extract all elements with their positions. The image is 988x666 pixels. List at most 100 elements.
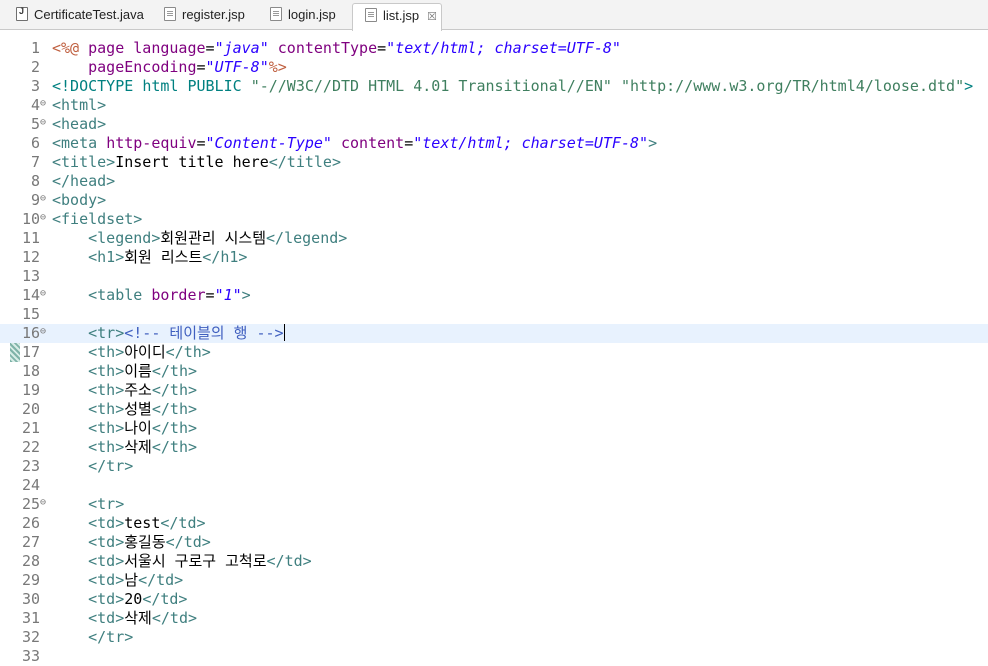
code-line[interactable]: 15 xyxy=(0,305,988,324)
code-token: PUBLIC xyxy=(187,77,251,95)
code-token: html xyxy=(142,77,188,95)
code-token: </td> xyxy=(138,571,184,589)
code-line[interactable]: 2 pageEncoding="UTF-8"%> xyxy=(0,58,988,77)
fold-toggle-icon[interactable]: ⊖ xyxy=(40,497,46,509)
line-number: 24 xyxy=(22,476,41,494)
code-token: 홍길동 xyxy=(124,533,166,551)
code-line[interactable]: 18 <th>이름</th> xyxy=(0,362,988,381)
tab-list-jsp[interactable]: list.jsp ☒ xyxy=(352,3,442,31)
code-text: <legend>회원관리 시스템</legend> xyxy=(52,229,347,248)
code-line[interactable]: 24 xyxy=(0,476,988,495)
code-editor[interactable]: 1 <%@ page language="java" contentType="t… xyxy=(0,30,988,665)
line-number: 4 xyxy=(30,96,40,114)
code-line[interactable]: 19 <th>주소</th> xyxy=(0,381,988,400)
fold-toggle-icon[interactable]: ⊖ xyxy=(40,212,46,224)
line-number: 5 xyxy=(30,115,40,133)
code-line[interactable]: 10 ⊖ <fieldset> xyxy=(0,210,988,229)
tab-register-jsp[interactable]: register.jsp xyxy=(152,3,256,30)
line-number: 25 xyxy=(22,495,41,513)
fold-toggle-icon[interactable]: ⊖ xyxy=(40,326,46,338)
line-number: 22 xyxy=(22,438,41,456)
code-line[interactable]: 11 <legend>회원관리 시스템</legend> xyxy=(0,229,988,248)
code-line[interactable]: 20 <th>성별</th> xyxy=(0,400,988,419)
code-token: <h1> xyxy=(88,248,125,266)
line-number: 31 xyxy=(22,609,41,627)
line-number: 32 xyxy=(22,628,41,646)
java-file-icon xyxy=(16,6,28,21)
tab-label: login.jsp xyxy=(288,7,336,22)
code-token: </th> xyxy=(151,381,198,399)
code-text: </head> xyxy=(52,172,115,191)
code-line[interactable]: 1 <%@ page language="java" contentType="t… xyxy=(0,39,988,58)
tab-login-jsp[interactable]: login.jsp xyxy=(258,3,350,30)
code-line[interactable]: 29 <td>남</td> xyxy=(0,571,988,590)
code-text: <td>남</td> xyxy=(52,571,183,590)
jsp-file-icon xyxy=(164,7,176,21)
line-number: 17 xyxy=(22,343,41,361)
line-number: 30 xyxy=(22,590,41,608)
code-line[interactable]: 28 <td>서울시 구로구 고척로</td> xyxy=(0,552,988,571)
fold-toggle-icon[interactable]: ⊖ xyxy=(40,117,46,129)
code-line[interactable]: 25 ⊖ <tr> xyxy=(0,495,988,514)
code-text: <td>test</td> xyxy=(52,514,205,533)
code-token: <td> xyxy=(88,571,125,589)
code-line[interactable]: 4 ⊖ <html> xyxy=(0,96,988,115)
code-token: </tr> xyxy=(88,628,134,646)
code-text: <th>이름</th> xyxy=(52,362,197,381)
code-token: border xyxy=(151,286,206,304)
code-line[interactable]: 3 <!DOCTYPE html PUBLIC "-//W3C//DTD HTML… xyxy=(0,77,988,96)
code-line[interactable]: 6 <meta http-equiv="Content-Type" content… xyxy=(0,134,988,153)
code-token: </th> xyxy=(151,362,198,380)
code-line[interactable]: 31 <td>삭제</td> xyxy=(0,609,988,628)
code-token: = xyxy=(196,134,206,152)
code-line[interactable]: 8 </head> xyxy=(0,172,988,191)
code-line[interactable]: 16 ⊖ <tr><!-- 테이블의 행 --> xyxy=(0,324,988,343)
line-number: 3 xyxy=(30,77,40,95)
code-line[interactable]: 17 <th>아이디</th> xyxy=(0,343,988,362)
code-token: = xyxy=(205,39,215,57)
line-number: 33 xyxy=(22,647,41,665)
code-text: </tr> xyxy=(52,628,133,647)
code-line[interactable]: 5 ⊖ <head> xyxy=(0,115,988,134)
code-line[interactable]: 30 <td>20</td> xyxy=(0,590,988,609)
code-line[interactable]: 23 </tr> xyxy=(0,457,988,476)
code-token: page xyxy=(88,39,134,57)
fold-toggle-icon[interactable]: ⊖ xyxy=(40,288,46,300)
line-number: 12 xyxy=(22,248,41,266)
line-number: 14 xyxy=(22,286,41,304)
code-token: "text/html; charset=UTF-8" xyxy=(413,134,649,152)
code-line[interactable]: 9 ⊖ <body> xyxy=(0,191,988,210)
code-token: 삭제 xyxy=(124,438,152,456)
code-line[interactable]: 7 <title>Insert title here</title> xyxy=(0,153,988,172)
code-token: </h1> xyxy=(202,248,248,266)
code-line[interactable]: 22 <th>삭제</th> xyxy=(0,438,988,457)
code-text: <fieldset> xyxy=(52,210,142,229)
code-line[interactable]: 14 ⊖ <table border="1"> xyxy=(0,286,988,305)
code-line[interactable]: 12 <h1>회원 리스트</h1> xyxy=(0,248,988,267)
code-line[interactable]: 32 </tr> xyxy=(0,628,988,647)
tab-certificatetest-java[interactable]: CertificateTest.java xyxy=(4,3,149,30)
code-token: </td> xyxy=(165,533,211,551)
jsp-file-icon xyxy=(270,7,282,21)
editor-tab-bar: CertificateTest.java register.jsp login.… xyxy=(0,0,988,31)
code-line[interactable]: 33 xyxy=(0,647,988,666)
fold-toggle-icon[interactable]: ⊖ xyxy=(40,193,46,205)
line-number: 26 xyxy=(22,514,41,532)
code-line[interactable]: 13 xyxy=(0,267,988,286)
code-line[interactable]: 26 <td>test</td> xyxy=(0,514,988,533)
fold-toggle-icon[interactable]: ⊖ xyxy=(40,98,46,110)
close-tab-icon[interactable]: ☒ xyxy=(427,10,437,23)
code-token: <%@ xyxy=(52,39,89,57)
code-line[interactable]: 27 <td>홍길동</td> xyxy=(0,533,988,552)
code-token: 회원 리스트 xyxy=(124,248,203,266)
code-text: <h1>회원 리스트</h1> xyxy=(52,248,247,267)
code-text: <td>삭제</td> xyxy=(52,609,197,628)
line-number: 2 xyxy=(30,58,40,76)
code-token: 이름 xyxy=(124,362,152,380)
code-token: = xyxy=(196,58,206,76)
line-number: 15 xyxy=(22,305,41,323)
code-line[interactable]: 21 <th>나이</th> xyxy=(0,419,988,438)
text-caret xyxy=(283,324,285,341)
